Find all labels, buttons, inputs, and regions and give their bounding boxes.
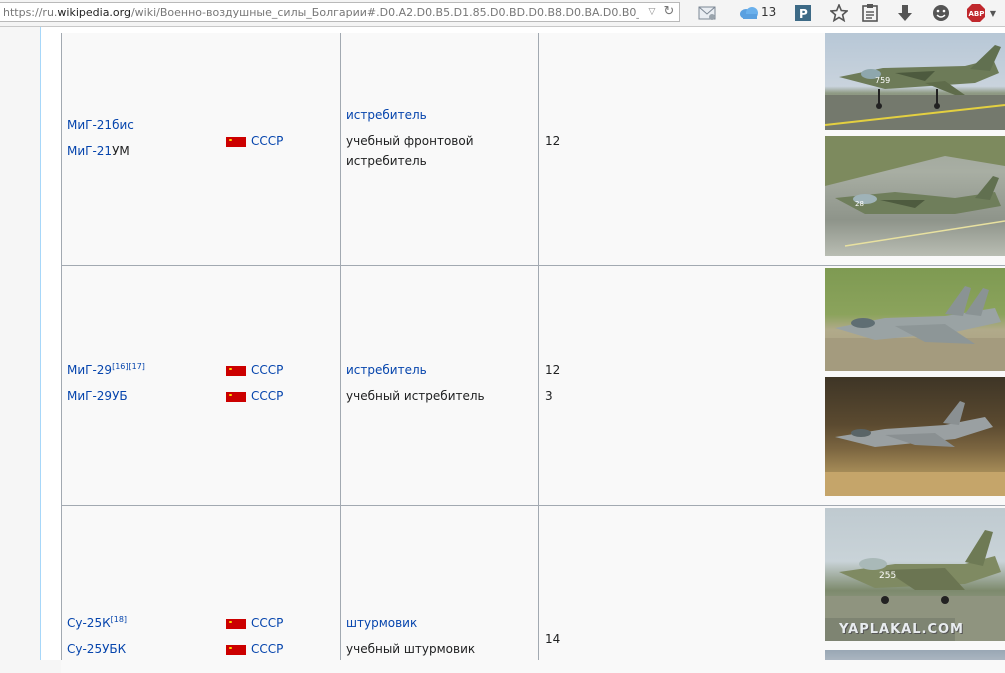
ussr-flag-icon xyxy=(226,392,246,402)
pocket-p-icon[interactable]: P xyxy=(794,3,812,23)
reload-icon[interactable]: ↻ xyxy=(662,4,676,20)
browser-toolbar: https://ru.wikipedia.org/wiki/Военно-воз… xyxy=(0,0,1005,27)
aircraft-photo[interactable] xyxy=(825,650,1005,660)
url-path: /wiki/Военно-воздушные_силы_Болгарии#.D0… xyxy=(130,6,639,19)
origin-country-link[interactable]: СССР xyxy=(251,363,283,377)
quantity: 3 xyxy=(545,389,553,403)
aircraft-name: МиГ-29[16][17] xyxy=(67,362,145,378)
role-text: учебный истребитель xyxy=(346,389,485,403)
url-prefix: https://ru. xyxy=(3,6,58,19)
aircraft-link[interactable]: МиГ-21бис xyxy=(67,118,134,132)
aircraft-suffix: УМ xyxy=(112,144,130,158)
ussr-flag-icon xyxy=(226,619,246,629)
role-link[interactable]: истребитель xyxy=(346,363,427,377)
aircraft-photo[interactable]: 28 xyxy=(825,136,1005,256)
origin-country-link[interactable]: СССР xyxy=(251,134,283,148)
origin-country-link[interactable]: СССР xyxy=(251,642,283,656)
bookmark-star-icon[interactable] xyxy=(830,3,848,23)
download-arrow-icon[interactable] xyxy=(896,3,914,23)
aircraft-link[interactable]: Су-25УБК xyxy=(67,642,126,656)
svg-text:ABP: ABP xyxy=(969,10,985,18)
reference-link[interactable]: [16][17] xyxy=(112,362,145,371)
aircraft-link[interactable]: Су-25К xyxy=(67,616,111,630)
page-left-gutter xyxy=(0,27,41,660)
role-link[interactable]: штурмовик xyxy=(346,616,417,630)
url-domain: wikipedia.org xyxy=(57,6,131,19)
quantity: 14 xyxy=(545,632,561,646)
address-bar[interactable]: https://ru.wikipedia.org/wiki/Военно-воз… xyxy=(0,2,680,22)
reference-link[interactable]: [18] xyxy=(111,615,127,624)
aircraft-photo[interactable]: 759 xyxy=(825,33,1005,130)
mail-icon[interactable] xyxy=(697,3,717,23)
quantity: 12 xyxy=(545,363,561,377)
ussr-flag-icon xyxy=(226,366,246,376)
watermark-text: YAPLAKAL.COM xyxy=(839,622,964,637)
origin-country-link[interactable]: СССР xyxy=(251,616,283,630)
url-text[interactable]: https://ru.wikipedia.org/wiki/Военно-воз… xyxy=(3,6,639,20)
weather-temperature: 13 xyxy=(761,5,777,19)
aircraft-photo[interactable]: 255 YAPLAKAL.COM xyxy=(825,508,1005,641)
role-text: учебный штурмовик xyxy=(346,642,476,656)
svg-text:P: P xyxy=(799,7,808,21)
aircraft-name: Су-25К[18] xyxy=(67,615,127,631)
aircraft-photo[interactable] xyxy=(825,377,1005,496)
origin-country-link[interactable]: СССР xyxy=(251,389,283,403)
role-text: истребитель xyxy=(346,154,427,168)
aircraft-link[interactable]: МиГ-29УБ xyxy=(67,389,128,403)
adblock-dropdown-icon[interactable]: ▼ xyxy=(988,3,998,23)
table-row-divider xyxy=(61,265,1005,266)
reading-list-icon[interactable] xyxy=(861,3,879,23)
aircraft-link[interactable]: МиГ-21 xyxy=(67,144,112,158)
url-history-dropdown-icon[interactable]: ▽ xyxy=(646,5,658,19)
svg-text:759: 759 xyxy=(875,76,890,85)
role-link[interactable]: истребитель xyxy=(346,108,427,122)
smiley-icon[interactable] xyxy=(931,3,951,23)
ussr-flag-icon xyxy=(226,137,246,147)
weather-cloud-icon[interactable] xyxy=(738,3,760,23)
svg-text:255: 255 xyxy=(879,571,896,581)
table-border xyxy=(61,33,62,660)
adblock-plus-icon[interactable]: ABP xyxy=(966,3,986,23)
table-row-divider xyxy=(61,505,1005,506)
aircraft-link[interactable]: МиГ-29 xyxy=(67,363,112,377)
aircraft-name: МиГ-21УМ xyxy=(67,144,130,158)
table-border xyxy=(340,33,341,660)
svg-text:28: 28 xyxy=(855,200,864,208)
aircraft-photo[interactable] xyxy=(825,268,1005,371)
role-text: учебный фронтовой xyxy=(346,134,474,148)
ussr-flag-icon xyxy=(226,645,246,655)
quantity: 12 xyxy=(545,134,561,148)
table-border xyxy=(538,33,539,660)
